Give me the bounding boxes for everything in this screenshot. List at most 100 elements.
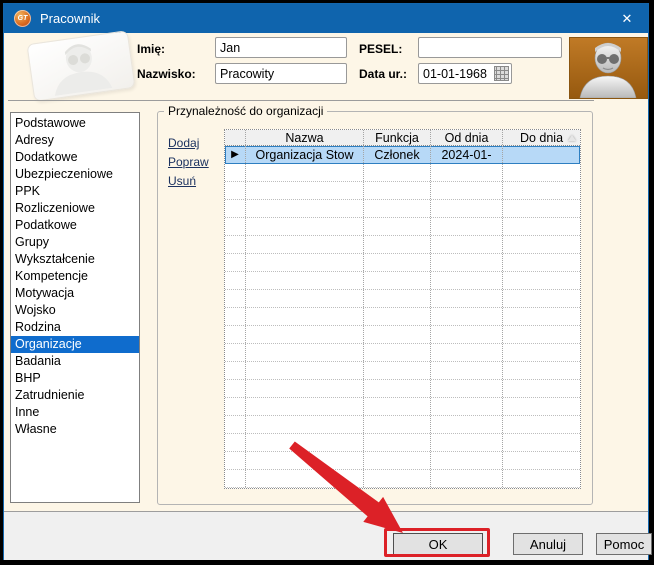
sidebar-item-wykształcenie[interactable]: Wykształcenie (11, 251, 139, 268)
empty-cell (431, 164, 503, 181)
sidebar-list[interactable]: PodstawoweAdresyDodatkoweUbezpieczeniowe… (10, 112, 140, 503)
empty-cell (431, 416, 503, 433)
sidebar-item-bhp[interactable]: BHP (11, 370, 139, 387)
empty-cell (246, 218, 364, 235)
empty-cell (225, 308, 246, 325)
column-header-od-dnia[interactable]: Od dnia (431, 130, 503, 145)
empty-cell (431, 182, 503, 199)
cell (503, 146, 580, 163)
sidebar-item-inne[interactable]: Inne (11, 404, 139, 421)
column-header-do-dnia[interactable]: Do dnia (503, 130, 580, 145)
empty-cell (503, 182, 580, 199)
empty-cell (364, 452, 431, 469)
empty-cell (431, 272, 503, 289)
sidebar-item-rodzina[interactable]: Rodzina (11, 319, 139, 336)
close-icon[interactable]: ✕ (606, 4, 648, 33)
sidebar-item-badania[interactable]: Badania (11, 353, 139, 370)
person-watermark-icon (28, 32, 133, 99)
empty-cell (225, 362, 246, 379)
usuń-link[interactable]: Usuń (168, 174, 209, 188)
sidebar-item-adresy[interactable]: Adresy (11, 132, 139, 149)
popraw-link[interactable]: Popraw (168, 155, 209, 169)
help-button[interactable]: Pomoc (596, 533, 652, 555)
sidebar-item-ppk[interactable]: PPK (11, 183, 139, 200)
sidebar-item-motywacja[interactable]: Motywacja (11, 285, 139, 302)
empty-cell (364, 362, 431, 379)
empty-cell (225, 434, 246, 451)
sidebar-item-kompetencje[interactable]: Kompetencje (11, 268, 139, 285)
first-name-label: Imię: (137, 42, 165, 56)
sidebar-item-organizacje[interactable]: Organizacje (11, 336, 139, 353)
empty-cell (364, 416, 431, 433)
empty-cell (503, 236, 580, 253)
empty-cell (246, 182, 364, 199)
empty-cell (246, 290, 364, 307)
last-name-input[interactable] (215, 63, 347, 84)
sidebar-item-podatkowe[interactable]: Podatkowe (11, 217, 139, 234)
groupbox-links: Dodaj Popraw Usuń (168, 136, 209, 193)
pesel-input[interactable] (418, 37, 562, 58)
cancel-button[interactable]: Anuluj (513, 533, 583, 555)
groupbox-title: Przynależność do organizacji (164, 104, 327, 118)
empty-cell (364, 164, 431, 181)
empty-cell (246, 344, 364, 361)
empty-cell (503, 290, 580, 307)
table-empty-row (225, 362, 580, 380)
empty-cell (364, 434, 431, 451)
header-separator (8, 100, 594, 101)
card-watermark (26, 30, 135, 102)
empty-cell (225, 200, 246, 217)
empty-cell (246, 380, 364, 397)
empty-cell (503, 380, 580, 397)
table-empty-row (225, 272, 580, 290)
empty-cell (225, 344, 246, 361)
sidebar-item-podstawowe[interactable]: Podstawowe (11, 115, 139, 132)
employee-photo[interactable] (569, 37, 648, 99)
window-title: Pracownik (40, 11, 100, 26)
column-header-nazwa[interactable]: Nazwa (246, 130, 364, 145)
table-empty-row (225, 344, 580, 362)
empty-cell (246, 470, 364, 487)
empty-cell (503, 470, 580, 487)
person-avatar-icon (570, 38, 647, 98)
calendar-icon[interactable] (494, 66, 509, 81)
table-row[interactable]: ▶Organizacja StowCzłonek2024-01- (225, 146, 580, 164)
empty-cell (431, 200, 503, 217)
empty-cell (246, 416, 364, 433)
employee-dialog: GT Pracownik ✕ Imię: Nazwisko: PESEL: Da… (3, 3, 649, 560)
ok-button[interactable]: OK (393, 533, 483, 555)
empty-cell (503, 362, 580, 379)
empty-cell (503, 254, 580, 271)
column-header-funkcja[interactable]: Funkcja (364, 130, 431, 145)
organizations-table[interactable]: NazwaFunkcjaOd dniaDo dnia▶Organizacja S… (224, 129, 581, 489)
empty-cell (225, 470, 246, 487)
sort-ascending-icon (568, 135, 576, 141)
empty-cell (364, 326, 431, 343)
empty-cell (364, 344, 431, 361)
sidebar-item-wojsko[interactable]: Wojsko (11, 302, 139, 319)
empty-cell (503, 452, 580, 469)
empty-cell (503, 272, 580, 289)
sidebar-item-zatrudnienie[interactable]: Zatrudnienie (11, 387, 139, 404)
empty-cell (225, 254, 246, 271)
empty-cell (225, 398, 246, 415)
empty-cell (431, 362, 503, 379)
sidebar-item-grupy[interactable]: Grupy (11, 234, 139, 251)
dodaj-link[interactable]: Dodaj (168, 136, 209, 150)
sidebar-item-dodatkowe[interactable]: Dodatkowe (11, 149, 139, 166)
table-empty-row (225, 416, 580, 434)
sidebar-item-ubezpieczeniowe[interactable]: Ubezpieczeniowe (11, 166, 139, 183)
first-name-input[interactable] (215, 37, 347, 58)
table-empty-row (225, 182, 580, 200)
sidebar-item-rozliczeniowe[interactable]: Rozliczeniowe (11, 200, 139, 217)
empty-cell (225, 290, 246, 307)
table-empty-row (225, 326, 580, 344)
row-selector-cell: ▶ (225, 146, 246, 163)
table-empty-row (225, 380, 580, 398)
table-empty-row (225, 254, 580, 272)
empty-cell (503, 164, 580, 181)
sidebar-item-własne[interactable]: Własne (11, 421, 139, 438)
table-empty-row (225, 308, 580, 326)
empty-cell (364, 398, 431, 415)
empty-cell (431, 308, 503, 325)
